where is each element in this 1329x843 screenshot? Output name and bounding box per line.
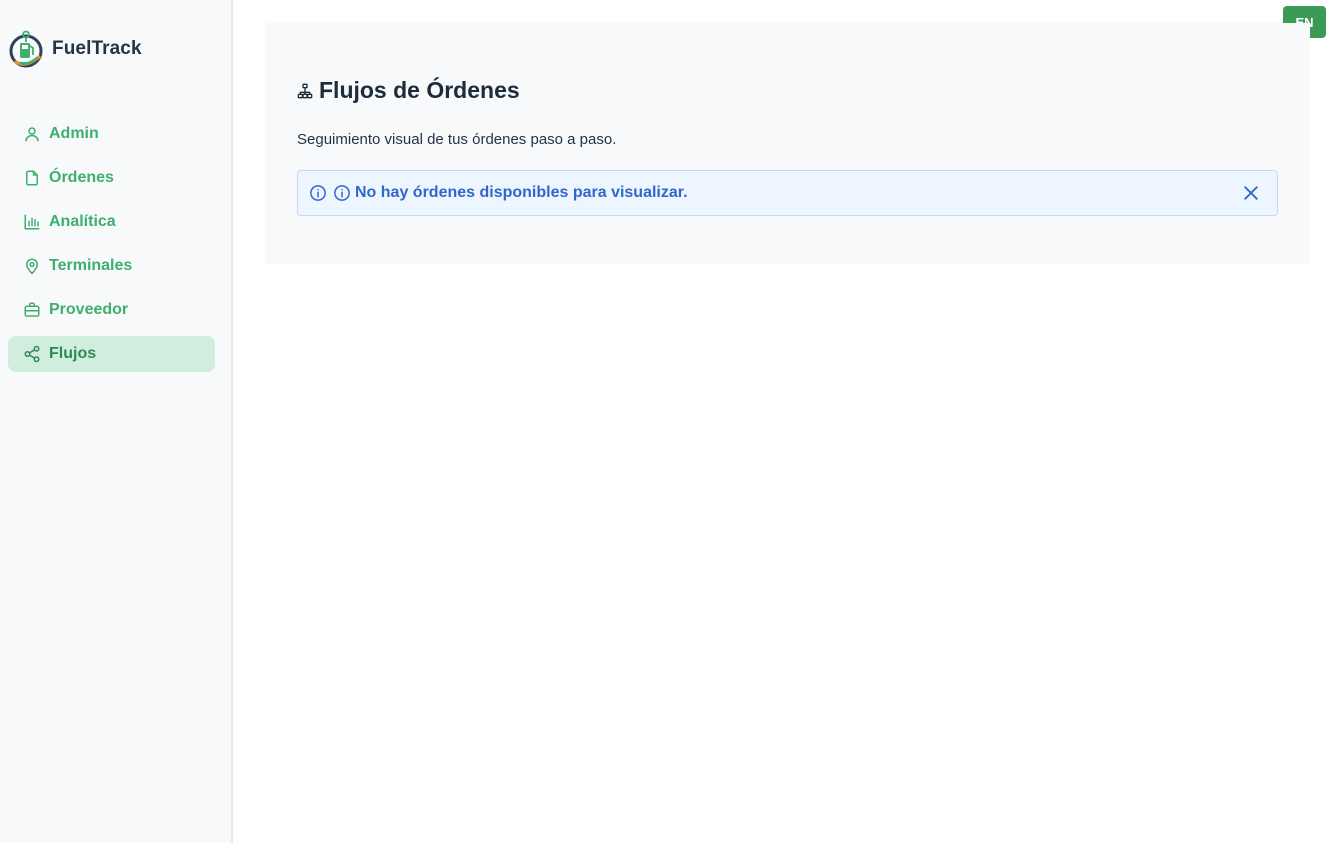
sidebar-item-label: Órdenes xyxy=(49,169,114,186)
info-icon xyxy=(334,185,350,201)
page-title-text: Flujos de Órdenes xyxy=(319,77,520,103)
alert-close-button[interactable] xyxy=(1241,183,1261,203)
sitemap-icon xyxy=(297,83,313,98)
user-icon xyxy=(25,127,39,142)
sidebar: FuelTrack Admin Órdenes Analítica Termin… xyxy=(0,0,233,843)
alert-message: No hay órdenes disponibles para visualiz… xyxy=(355,184,688,201)
info-icon xyxy=(310,185,326,201)
sidebar-item-label: Flujos xyxy=(49,345,97,362)
sidebar-item-label: Terminales xyxy=(49,257,133,274)
fuel-pump-logo-icon xyxy=(9,30,43,68)
close-icon xyxy=(1244,186,1258,200)
sidebar-item-flujos[interactable]: Flujos xyxy=(8,336,215,372)
sidebar-item-proveedor[interactable]: Proveedor xyxy=(8,292,215,328)
brand-name: FuelTrack xyxy=(52,38,142,59)
share-icon xyxy=(24,345,40,363)
sidebar-item-label: Analítica xyxy=(49,213,116,230)
info-alert: No hay órdenes disponibles para visualiz… xyxy=(297,170,1278,216)
sidebar-item-analitica[interactable]: Analítica xyxy=(8,204,215,240)
briefcase-icon xyxy=(24,302,40,317)
bar-chart-icon xyxy=(24,214,40,230)
main-card: Flujos de Órdenes Seguimiento visual de … xyxy=(265,23,1310,264)
page-subtitle: Seguimiento visual de tus órdenes paso a… xyxy=(297,131,617,148)
sidebar-item-terminales[interactable]: Terminales xyxy=(8,248,215,284)
sidebar-item-admin[interactable]: Admin xyxy=(8,116,215,152)
sidebar-item-label: Proveedor xyxy=(49,301,129,318)
map-pin-icon xyxy=(26,258,38,275)
sidebar-item-ordenes[interactable]: Órdenes xyxy=(8,160,215,196)
brand[interactable]: FuelTrack xyxy=(8,30,142,68)
page-title: Flujos de Órdenes xyxy=(297,77,520,104)
sidebar-item-label: Admin xyxy=(49,125,99,142)
sidebar-nav: Admin Órdenes Analítica Terminales Prove… xyxy=(8,116,215,380)
document-icon xyxy=(26,170,38,186)
